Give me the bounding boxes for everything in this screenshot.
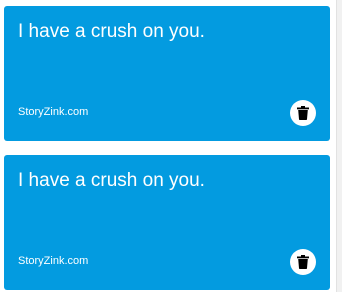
quote-text: I have a crush on you. <box>18 21 205 42</box>
card-list: I have a crush on you. StoryZink.com I h… <box>4 6 330 292</box>
quote-card: I have a crush on you. StoryZink.com <box>4 155 330 290</box>
quote-card: I have a crush on you. StoryZink.com <box>4 6 330 141</box>
card-feed[interactable]: I have a crush on you. StoryZink.com I h… <box>0 0 342 292</box>
trash-icon <box>297 106 309 120</box>
scrollbar[interactable] <box>336 0 342 292</box>
quote-text: I have a crush on you. <box>18 170 205 191</box>
trash-icon <box>297 255 309 269</box>
quote-source: StoryZink.com <box>18 255 89 267</box>
delete-button[interactable] <box>290 249 316 275</box>
quote-source: StoryZink.com <box>18 106 89 118</box>
delete-button[interactable] <box>290 100 316 126</box>
